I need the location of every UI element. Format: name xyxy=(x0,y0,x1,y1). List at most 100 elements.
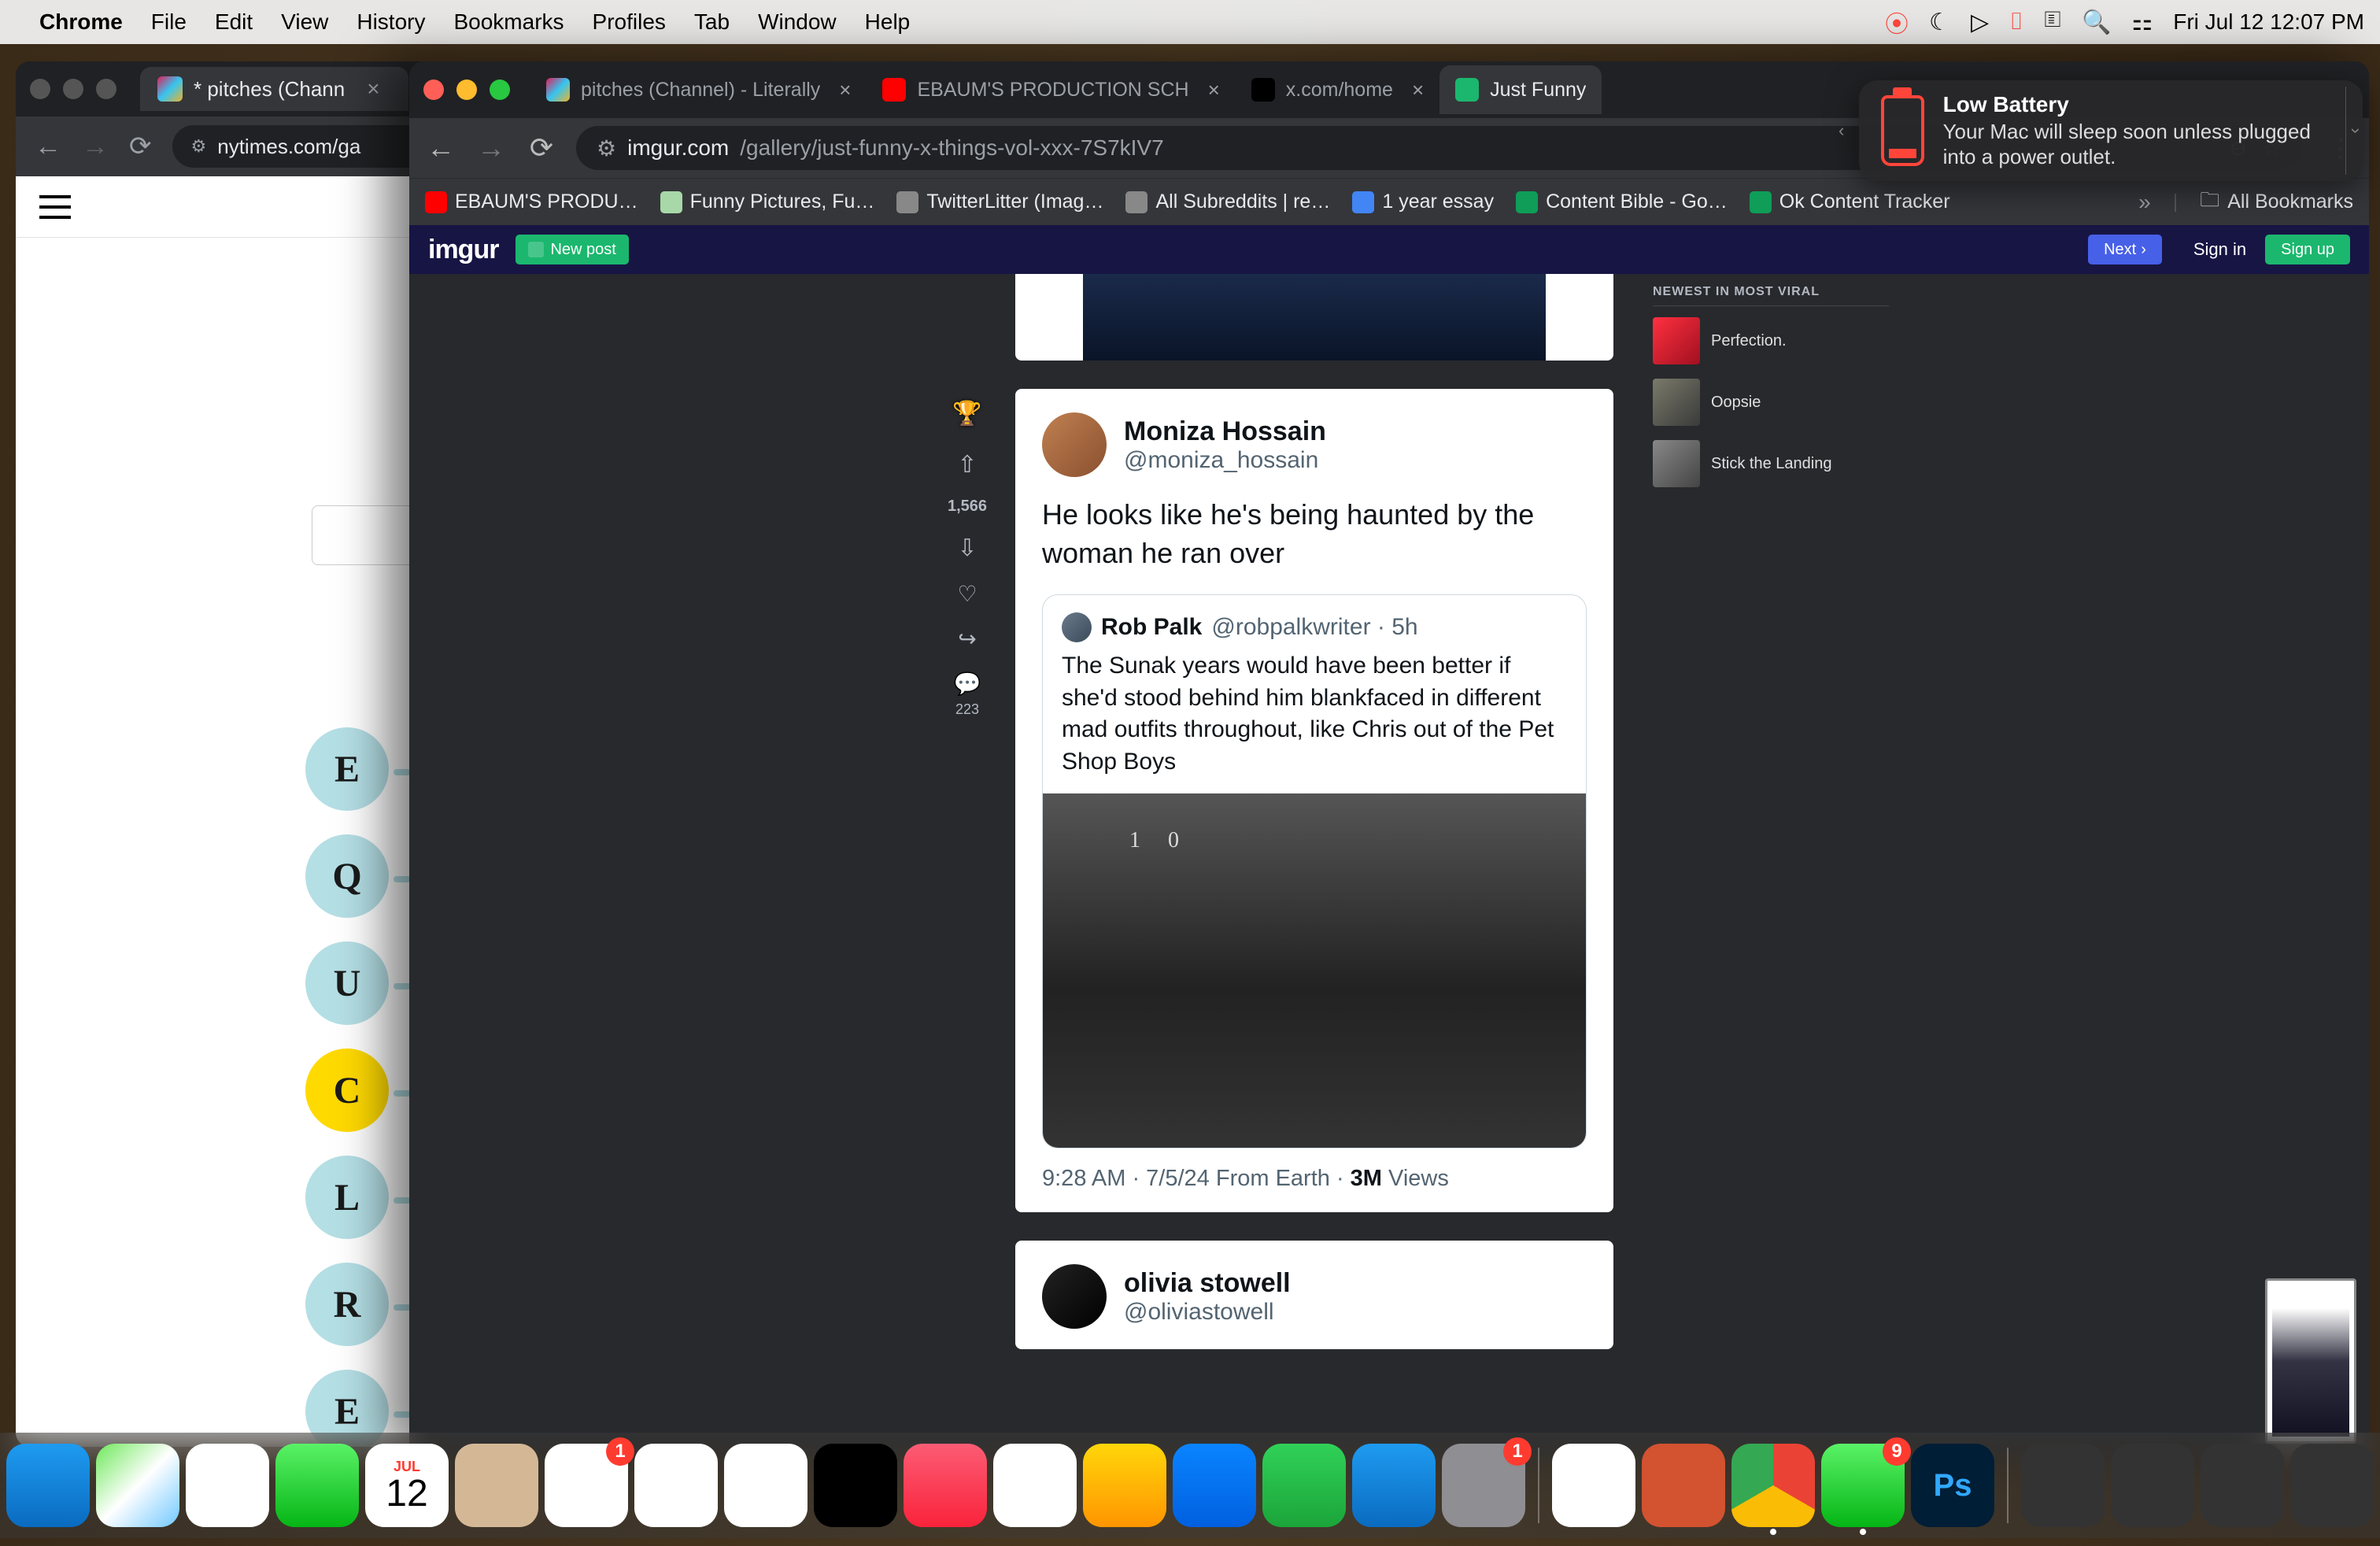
downvote-button[interactable]: ⇩ xyxy=(957,534,977,562)
tweet-author-name[interactable]: Moniza Hossain xyxy=(1124,416,1326,447)
dock-chrome[interactable] xyxy=(1731,1444,1815,1527)
control-center-icon[interactable]: ⚏ xyxy=(2131,9,2153,36)
rail-item-1[interactable]: Oopsie xyxy=(1653,379,1889,426)
menu-help[interactable]: Help xyxy=(865,9,911,35)
tweet-author-name[interactable]: olivia stowell xyxy=(1124,1268,1291,1299)
menu-view[interactable]: View xyxy=(281,9,328,35)
close-tab-icon[interactable]: × xyxy=(1208,78,1220,102)
dock-facetime[interactable] xyxy=(275,1444,359,1527)
dock-maps[interactable] xyxy=(96,1444,179,1527)
back-button[interactable]: ← xyxy=(425,131,456,165)
close-tab-icon[interactable]: × xyxy=(1412,78,1424,102)
menu-profiles[interactable]: Profiles xyxy=(593,9,666,35)
bookmark-essay[interactable]: 1 year essay xyxy=(1352,190,1494,213)
puzzle-letter-4[interactable]: L xyxy=(305,1156,389,1239)
dock-tv[interactable] xyxy=(814,1444,897,1527)
dock-settings[interactable]: 1 xyxy=(1442,1444,1525,1527)
dock-mail[interactable] xyxy=(6,1444,90,1527)
bookmarks-overflow-icon[interactable]: » xyxy=(2138,190,2151,215)
close-tab-icon[interactable]: × xyxy=(839,78,851,102)
tab-pitches[interactable]: pitches (Channel) - Literally× xyxy=(530,65,867,114)
prev-image-teaser[interactable] xyxy=(1015,274,1613,361)
bg-tab-slack[interactable]: * pitches (Chann × xyxy=(140,67,408,111)
do-not-disturb-icon[interactable]: ☾ xyxy=(1929,9,1950,36)
sign-up-button[interactable]: Sign up xyxy=(2265,235,2350,264)
bg-reload-button[interactable]: ⟳ xyxy=(129,131,152,162)
dock-photos[interactable] xyxy=(186,1444,269,1527)
share-button[interactable]: ↪ xyxy=(958,626,976,652)
gallery-minimap[interactable] xyxy=(2265,1278,2356,1444)
bookmark-funny[interactable]: Funny Pictures, Fu… xyxy=(660,190,875,213)
bookmark-subreddits[interactable]: All Subreddits | re… xyxy=(1125,190,1330,213)
spotlight-icon[interactable]: 🔍 xyxy=(2082,9,2111,36)
bookmark-content-tracker[interactable]: Ok Content Tracker xyxy=(1750,190,1950,213)
sign-in-link[interactable]: Sign in xyxy=(2193,239,2246,260)
menu-file[interactable]: File xyxy=(151,9,187,35)
new-post-button[interactable]: New post xyxy=(516,235,628,264)
dock-appstore[interactable] xyxy=(1352,1444,1436,1527)
dock-music[interactable] xyxy=(904,1444,987,1527)
dock-screenshot[interactable] xyxy=(1552,1444,1635,1527)
forward-button[interactable]: → xyxy=(475,131,507,165)
dock-reminders[interactable]: 1 xyxy=(545,1444,628,1527)
battery-icon[interactable]: ⌷ xyxy=(2009,9,2023,35)
site-info-icon[interactable]: ⚙ xyxy=(597,135,616,161)
wifi-icon[interactable]: 🗉 xyxy=(2044,2,2061,43)
reload-button[interactable]: ⟳ xyxy=(526,131,557,165)
dock-minimized-1[interactable] xyxy=(2021,1444,2105,1527)
puzzle-letter-1[interactable]: Q xyxy=(305,834,389,918)
dock-keynote[interactable] xyxy=(1173,1444,1256,1527)
upvote-button[interactable]: ⇧ xyxy=(957,451,977,479)
rail-item-2[interactable]: Stick the Landing xyxy=(1653,440,1889,487)
menubar-app-name[interactable]: Chrome xyxy=(39,9,123,35)
notification-options-icon[interactable]: › xyxy=(2345,87,2366,175)
all-bookmarks-button[interactable]: 🗀All Bookmarks xyxy=(2200,185,2353,219)
puzzle-letter-5[interactable]: R xyxy=(305,1263,389,1346)
dock-freeform[interactable] xyxy=(724,1444,808,1527)
avatar[interactable] xyxy=(1042,412,1107,477)
menu-history[interactable]: History xyxy=(357,9,425,35)
tab-ebaums[interactable]: EBAUM'S PRODUCTION SCH× xyxy=(867,65,1235,114)
dock-minimized-4[interactable] xyxy=(2290,1444,2374,1527)
next-button[interactable]: Next› xyxy=(2088,235,2162,264)
menu-bookmarks[interactable]: Bookmarks xyxy=(453,9,564,35)
hamburger-icon[interactable] xyxy=(39,195,71,219)
minimize-window-icon[interactable] xyxy=(456,80,477,100)
bookmark-ebaums[interactable]: EBAUM'S PRODU… xyxy=(425,190,638,213)
favorite-button[interactable]: ♡ xyxy=(957,581,977,607)
dock-numbers[interactable] xyxy=(1262,1444,1346,1527)
now-playing-icon[interactable]: ▷ xyxy=(1971,9,1989,36)
puzzle-letter-2[interactable]: U xyxy=(305,941,389,1025)
fg-traffic-lights[interactable] xyxy=(423,80,510,100)
tweet-author-handle[interactable]: @moniza_hossain xyxy=(1124,447,1326,474)
comments-button[interactable]: 💬 xyxy=(954,671,981,697)
dock-photoshop[interactable]: Ps xyxy=(1911,1444,1994,1527)
bg-back-button[interactable]: ← xyxy=(35,131,61,162)
imgur-logo[interactable]: imgur xyxy=(428,235,498,265)
puzzle-letter-3[interactable]: C xyxy=(305,1049,389,1132)
dock-messages[interactable]: 9 xyxy=(1821,1444,1905,1527)
menu-tab[interactable]: Tab xyxy=(694,9,730,35)
dock-calendar[interactable]: JUL12 xyxy=(365,1444,449,1527)
quoted-tweet[interactable]: Rob Palk @robpalkwriter · 5h The Sunak y… xyxy=(1042,594,1587,1148)
dock-powerpoint[interactable] xyxy=(1642,1444,1725,1527)
dock-contacts[interactable] xyxy=(455,1444,538,1527)
puzzle-letter-0[interactable]: E xyxy=(305,727,389,811)
menubar-clock[interactable]: Fri Jul 12 12:07 PM xyxy=(2173,9,2364,35)
screen-record-icon[interactable]: ⦿ xyxy=(1885,5,1909,39)
site-info-icon[interactable]: ⚙ xyxy=(191,136,207,157)
dock-pages[interactable] xyxy=(1083,1444,1166,1527)
close-window-icon[interactable] xyxy=(423,80,444,100)
tab-imgur-active[interactable]: Just Funny xyxy=(1439,65,1602,114)
rail-item-0[interactable]: Perfection. xyxy=(1653,317,1889,364)
menu-edit[interactable]: Edit xyxy=(215,9,253,35)
bookmark-content-bible[interactable]: Content Bible - Go… xyxy=(1516,190,1728,213)
bg-traffic-lights[interactable] xyxy=(30,79,116,99)
menu-window[interactable]: Window xyxy=(758,9,837,35)
avatar[interactable] xyxy=(1042,1264,1107,1329)
dock-notes[interactable] xyxy=(634,1444,718,1527)
low-battery-notification[interactable]: ‹ Low Battery Your Mac will sleep soon u… xyxy=(1859,80,2363,181)
zoom-window-icon[interactable] xyxy=(490,80,510,100)
dock-minimized-2[interactable] xyxy=(2111,1444,2194,1527)
bookmark-twitterlitter[interactable]: TwitterLitter (Imag… xyxy=(896,190,1103,213)
